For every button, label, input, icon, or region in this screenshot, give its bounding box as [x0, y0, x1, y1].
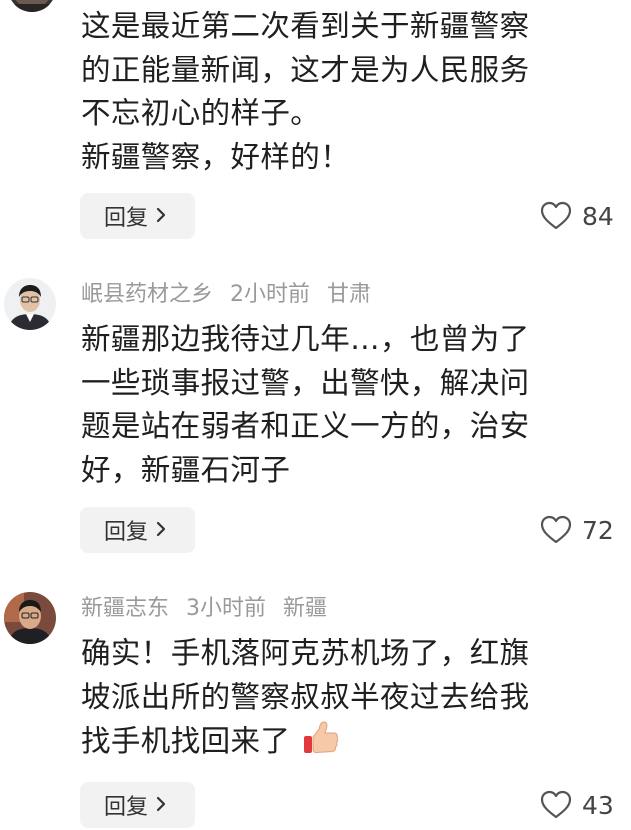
comment-line: 好，新疆石河子: [81, 452, 291, 487]
like-button[interactable]: 43: [540, 785, 614, 825]
comment-line: 找手机找回来了: [81, 724, 291, 758]
timestamp: 3小时前: [186, 596, 267, 621]
comment-text: 确实！手机落阿克苏机场了，红旗 坡派出所的警察叔叔半夜过去给我 找手机找回来了: [81, 632, 601, 770]
chevron-right-icon: [156, 204, 166, 228]
reply-button[interactable]: 回复: [80, 782, 195, 828]
reply-label: 回复: [104, 520, 149, 545]
comment-line: 题是站在弱者和正义一方的，治安: [81, 409, 530, 443]
chevron-right-icon: [156, 518, 166, 542]
avatar[interactable]: [4, 592, 56, 644]
comment-meta: 岷县药材之乡 2小时前 甘肃: [81, 281, 381, 309]
chevron-right-icon: [156, 793, 166, 817]
like-count: 72: [582, 515, 614, 545]
like-button[interactable]: 72: [540, 510, 614, 550]
comment-line: 新疆警察，好样的！: [81, 139, 351, 174]
heart-outline-icon: [540, 790, 572, 820]
comment-meta: 新疆志东 3小时前 新疆: [81, 595, 337, 623]
username[interactable]: 岷县药材之乡: [81, 282, 213, 307]
reply-label: 回复: [104, 795, 149, 820]
location: 新疆: [283, 596, 328, 621]
comment-line: 坡派出所的警察叔叔半夜过去给我: [81, 679, 530, 714]
comment-text: 这是最近第二次看到关于新疆警察 的正能量新闻，这才是为人民服务 不忘初心的样子。…: [81, 5, 601, 179]
comment-line: 新疆那边我待过几年…，也曾为了: [81, 322, 530, 356]
avatar[interactable]: [8, 0, 56, 12]
comment-line: 确实！手机落阿克苏机场了，红旗: [81, 636, 530, 670]
like-count: 43: [582, 790, 614, 820]
comment-line: 这是最近第二次看到关于新疆警察: [81, 9, 530, 43]
comment-text: 新疆那边我待过几年…，也曾为了 一些琐事报过警，出警快，解决问 题是站在弱者和正…: [81, 318, 601, 492]
comment-line: 的正能量新闻，这才是为人民服务: [81, 52, 530, 87]
like-count: 84: [582, 201, 614, 231]
like-button[interactable]: 84: [540, 196, 614, 236]
reply-label: 回复: [104, 206, 149, 231]
heart-outline-icon: [540, 515, 572, 545]
comment-line: 不忘初心的样子。: [81, 96, 321, 130]
comment-line: 一些琐事报过警，出警快，解决问: [81, 365, 530, 400]
avatar[interactable]: [4, 278, 56, 330]
location: 甘肃: [327, 282, 372, 307]
timestamp: 2小时前: [230, 282, 311, 307]
thumbs-up-icon: [302, 719, 340, 770]
reply-button[interactable]: 回复: [80, 193, 195, 239]
heart-outline-icon: [540, 201, 572, 231]
reply-button[interactable]: 回复: [80, 507, 195, 553]
comment-line-with-emoji: 找手机找回来了: [81, 719, 601, 770]
username[interactable]: 新疆志东: [81, 596, 169, 621]
